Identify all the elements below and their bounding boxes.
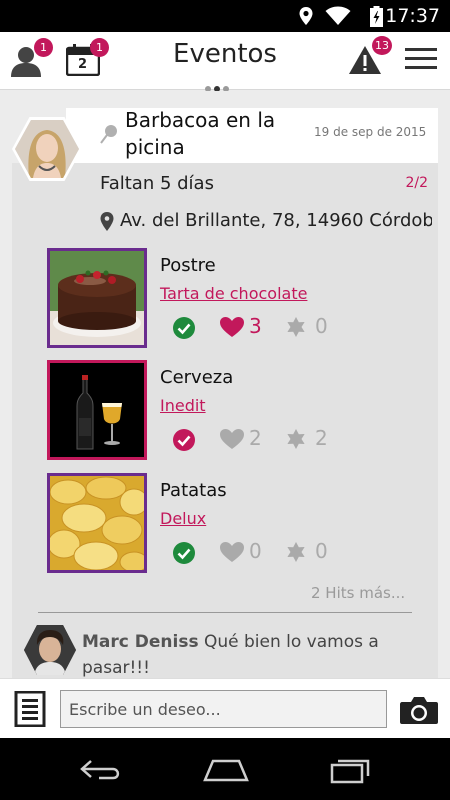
menu-button[interactable] [404,46,440,76]
location-icon [299,7,313,25]
event-title[interactable]: Barbacoa en la picina [125,107,305,161]
wish-item[interactable]: Postre Tarta de chocolate 3 0 [47,248,437,348]
check-circle-icon [173,429,195,451]
item-photo-chips[interactable] [47,473,147,573]
item-photo-beer[interactable] [47,360,147,460]
status-bar: 17:37 [0,0,450,32]
check-circle-icon [173,317,195,339]
wish-input[interactable] [60,690,387,728]
beer-photo [50,363,144,457]
app-bar: 1 2 1 Eventos 13 [0,32,450,92]
item-brand-link[interactable]: Delux [160,509,206,528]
item-brand-link[interactable]: Inedit [160,396,206,415]
comment-author[interactable]: Marc Deniss [82,632,199,652]
wish-input-bar [0,678,450,738]
wish-item[interactable]: Patatas Delux 0 0 [47,473,437,573]
system-nav-bar [0,738,450,800]
battery-icon [370,6,383,27]
thumbtack-icon [100,125,117,144]
hamburger-icon [405,48,437,69]
more-hits-link[interactable]: 2 Hits más... [311,584,405,602]
wifi-icon [325,6,351,25]
item-brand-link[interactable]: Tarta de chocolate [160,284,307,303]
location-pin-icon [100,212,114,231]
recents-icon[interactable] [330,756,372,784]
star-badge-icon [287,429,305,449]
heart-icon [220,542,244,562]
organizer-photo [15,120,79,178]
likes-count: 0 [249,539,262,563]
event-countdown: Faltan 5 días [100,173,214,194]
event-address[interactable]: Av. del Brillante, 78, 14960 Córdoba [100,210,432,231]
star-badge-icon [287,542,305,562]
heart-icon [220,429,244,449]
stars-count: 2 [315,426,328,450]
likes-count: 3 [249,314,262,338]
item-name: Postre [160,255,216,276]
check-circle-icon [173,542,195,564]
item-photo-cake[interactable] [47,248,147,348]
alerts-button[interactable]: 13 [348,36,392,84]
likes-count: 2 [249,426,262,450]
stars-count: 0 [315,314,328,338]
home-icon[interactable] [203,758,249,782]
star-badge-icon [287,317,305,337]
heart-icon [220,317,244,337]
alerts-badge: 13 [372,36,392,55]
wish-item[interactable]: Cerveza Inedit 2 2 [47,360,437,460]
cake-photo [50,251,144,345]
comment: Marc Deniss Qué bien lo vamos a pasar!!! [82,629,402,681]
item-name: Cerveza [160,367,234,388]
chips-photo [50,476,144,570]
event-date: 19 de sep de 2015 [314,125,427,139]
item-name: Patatas [160,480,227,501]
back-icon[interactable] [79,758,123,782]
address-text: Av. del Brillante, 78, 14960 Córdoba [120,210,432,231]
clock: 17:37 [385,5,440,27]
divider [38,612,412,613]
stars-count: 0 [315,539,328,563]
event-pager: 2/2 [405,175,428,191]
camera-icon[interactable] [399,695,439,725]
list-icon[interactable] [14,691,46,727]
